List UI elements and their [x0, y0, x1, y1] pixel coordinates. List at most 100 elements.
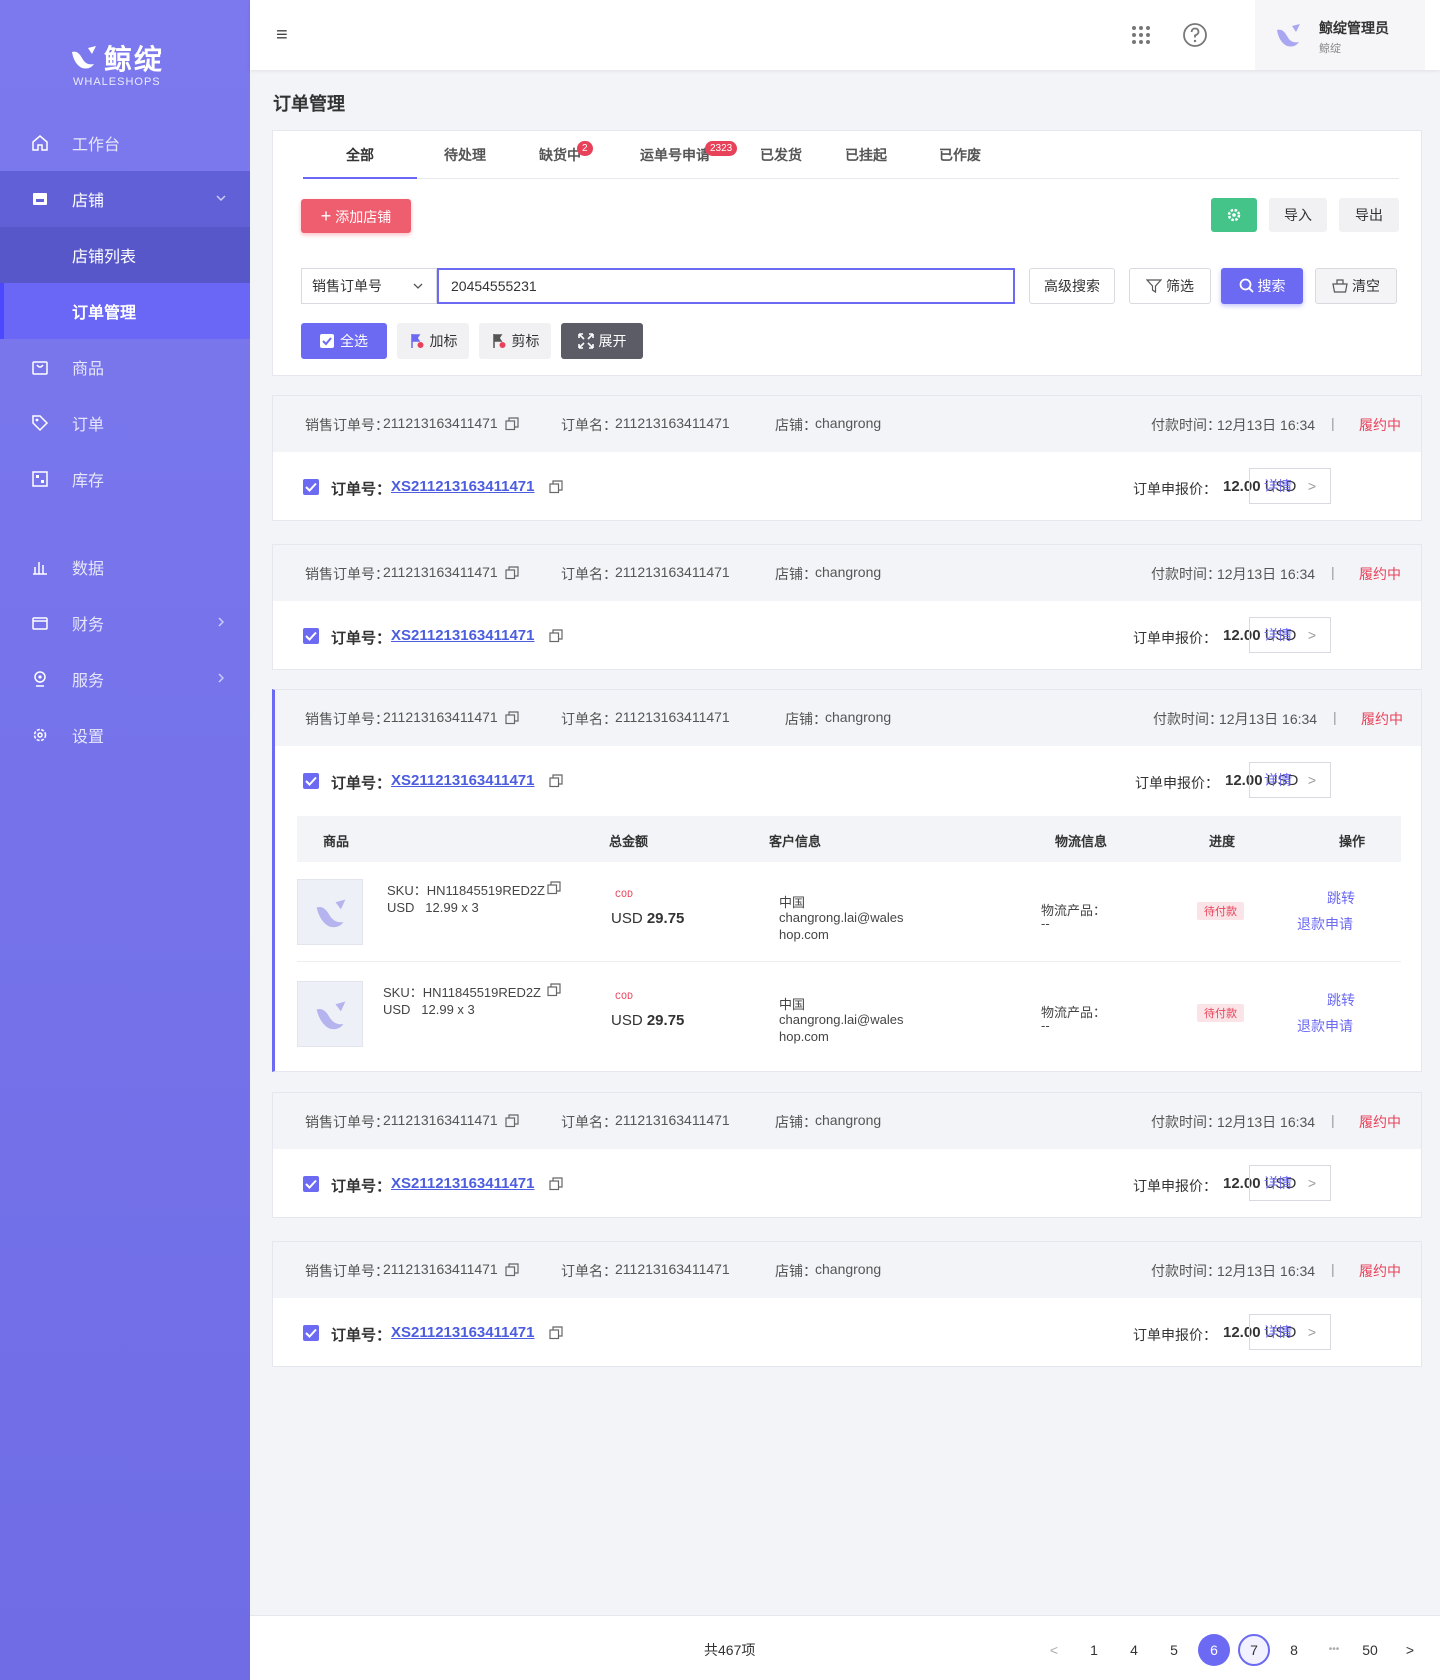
copy-icon[interactable]	[547, 881, 561, 895]
copy-icon[interactable]	[549, 629, 563, 643]
search-field-select[interactable]: 销售订单号	[301, 268, 437, 304]
tab-all[interactable]: 全部	[303, 145, 417, 179]
copy-icon[interactable]	[549, 1177, 563, 1191]
page-button[interactable]: 5	[1158, 1634, 1190, 1666]
chevron-right-icon: >	[1307, 772, 1316, 788]
page-button-current[interactable]: 6	[1198, 1634, 1230, 1666]
checkbox-checked-icon	[320, 334, 334, 348]
chevron-right-icon: >	[1307, 1175, 1316, 1191]
page-ellipsis[interactable]: •••	[1318, 1634, 1350, 1666]
filter-button[interactable]: 筛选	[1129, 268, 1211, 304]
copy-icon[interactable]	[549, 774, 563, 788]
copy-icon[interactable]	[547, 983, 561, 997]
product-thumbnail[interactable]	[297, 879, 363, 945]
tab-badge: 2323	[705, 141, 738, 156]
settings-button[interactable]	[1211, 198, 1257, 232]
copy-icon[interactable]	[505, 711, 519, 725]
tab-voided[interactable]: 已作废	[913, 145, 1007, 179]
apps-grid-icon[interactable]	[1130, 24, 1152, 46]
page-button[interactable]: 8	[1278, 1634, 1310, 1666]
detail-button[interactable]: 详情 >	[1249, 617, 1331, 653]
order-number-link[interactable]: XS211213163411471	[391, 478, 535, 495]
copy-icon[interactable]	[505, 1263, 519, 1277]
order-checkbox[interactable]	[303, 1176, 319, 1192]
header-separator: |	[1331, 1261, 1335, 1277]
prev-page-button[interactable]: <	[1038, 1634, 1070, 1666]
order-number-label: 订单号：	[331, 1327, 392, 1344]
order-number-link[interactable]: XS211213163411471	[391, 1175, 535, 1192]
chevron-right-icon: >	[1307, 1324, 1316, 1340]
page-button[interactable]: 7	[1238, 1634, 1270, 1666]
order-number-link[interactable]: XS211213163411471	[391, 772, 535, 789]
copy-icon[interactable]	[505, 1114, 519, 1128]
paid-time: 12月13日 16:34	[1219, 711, 1318, 727]
tab-suspended[interactable]: 已挂起	[819, 145, 913, 179]
detail-button[interactable]: 详情 >	[1249, 1314, 1331, 1350]
order-card-body: 订单号： XS211213163411471 订单申报价： 12.00 USD …	[273, 601, 1421, 671]
search-input[interactable]	[437, 268, 1015, 304]
sidebar-item-label: 订单管理	[72, 305, 137, 322]
sidebar-item-products[interactable]: 商品	[0, 339, 250, 395]
store-name: changrong	[815, 1261, 882, 1277]
export-button[interactable]: 导出	[1339, 198, 1399, 232]
cut-mark-button[interactable]: 剪标	[479, 323, 551, 359]
advanced-search-button[interactable]: 高级搜索	[1029, 268, 1115, 304]
order-number-link[interactable]: XS211213163411471	[391, 627, 535, 644]
search-button[interactable]: 搜索	[1221, 268, 1303, 304]
import-button[interactable]: 导入	[1269, 198, 1327, 232]
refund-request-link[interactable]: 退款申请	[1297, 914, 1353, 934]
user-menu[interactable]: 鲸绽管理员 鲸绽	[1255, 0, 1425, 70]
select-all-button[interactable]: 全选	[301, 323, 387, 359]
copy-icon[interactable]	[549, 1326, 563, 1340]
sidebar-item-service[interactable]: 服务	[0, 651, 250, 707]
tab-shipped[interactable]: 已发货	[743, 145, 819, 179]
sidebar-item-inventory[interactable]: 库存	[0, 451, 250, 507]
sidebar-item-label: 库存	[72, 473, 105, 490]
jump-link[interactable]: 跳转	[1327, 888, 1355, 908]
column-header: 进度	[1209, 834, 1236, 849]
sidebar-item-workbench[interactable]: 工作台	[0, 115, 250, 171]
chevron-right-icon: >	[1307, 627, 1316, 643]
detail-button[interactable]: 详情 >	[1249, 1165, 1331, 1201]
sidebar-item-store[interactable]: 店铺	[0, 171, 250, 227]
detail-button[interactable]: 详情 >	[1249, 762, 1331, 798]
clear-button[interactable]: 清空	[1315, 268, 1397, 304]
help-icon[interactable]	[1182, 22, 1208, 48]
header-separator: |	[1331, 564, 1335, 580]
menu-toggle-icon[interactable]: ≡	[276, 24, 288, 47]
column-header: 客户信息	[769, 834, 822, 849]
gear-icon	[33, 728, 47, 742]
jump-link[interactable]: 跳转	[1327, 990, 1355, 1010]
order-checkbox[interactable]	[303, 773, 319, 789]
store-label: 店铺：	[785, 711, 827, 727]
brand-logo[interactable]: 鲸绽 WHALESHOPS	[70, 38, 164, 88]
page-button[interactable]: 1	[1078, 1634, 1110, 1666]
product-thumbnail[interactable]	[297, 981, 363, 1047]
page-button[interactable]: 50	[1354, 1634, 1386, 1666]
order-checkbox[interactable]	[303, 479, 319, 495]
tab-pending[interactable]: 待处理	[417, 145, 513, 179]
sidebar-item-store-list[interactable]: 店铺列表	[0, 227, 250, 283]
sidebar-item-order-management[interactable]: 订单管理	[0, 283, 250, 339]
order-number-link[interactable]: XS211213163411471	[391, 1324, 535, 1341]
add-mark-button[interactable]: 加标	[397, 323, 469, 359]
tab-out-of-stock[interactable]: 缺货中 2	[513, 141, 607, 179]
page-button[interactable]: 4	[1118, 1634, 1150, 1666]
column-header: 操作	[1339, 834, 1366, 849]
detail-button[interactable]: 详情 >	[1249, 468, 1331, 504]
paid-time: 12月13日 16:34	[1217, 417, 1316, 433]
sidebar-item-settings[interactable]: 设置	[0, 707, 250, 763]
order-checkbox[interactable]	[303, 628, 319, 644]
copy-icon[interactable]	[505, 566, 519, 580]
copy-icon[interactable]	[505, 417, 519, 431]
sidebar-item-finance[interactable]: 财务	[0, 595, 250, 651]
sidebar-item-orders[interactable]: 订单	[0, 395, 250, 451]
tab-tracking-request[interactable]: 运单号申请 2323	[607, 141, 743, 179]
expand-button[interactable]: 展开	[561, 323, 643, 359]
add-store-button[interactable]: + 添加店铺	[301, 199, 411, 233]
refund-request-link[interactable]: 退款申请	[1297, 1016, 1353, 1036]
order-checkbox[interactable]	[303, 1325, 319, 1341]
sidebar-item-data[interactable]: 数据	[0, 539, 250, 595]
copy-icon[interactable]	[549, 480, 563, 494]
next-page-button[interactable]: >	[1394, 1634, 1426, 1666]
